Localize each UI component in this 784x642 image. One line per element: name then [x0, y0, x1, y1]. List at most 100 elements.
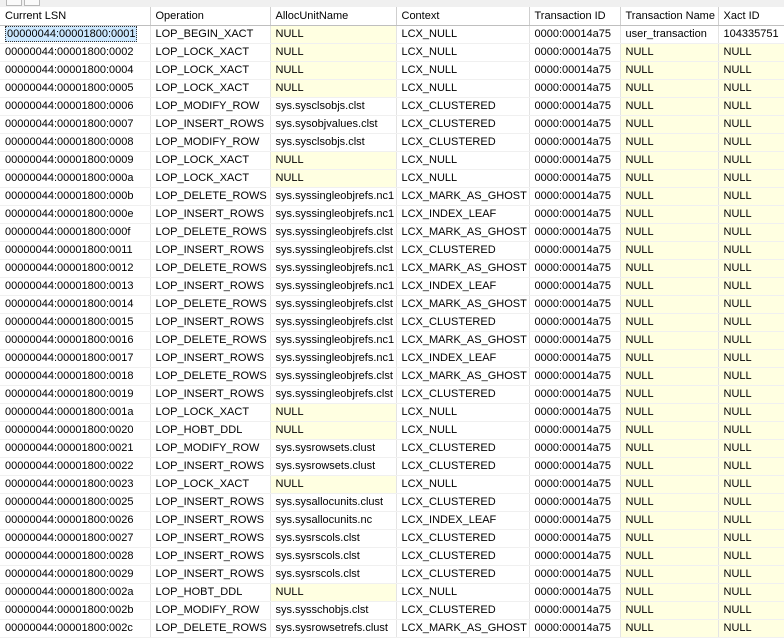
cell-context[interactable]: LCX_MARK_AS_GHOST [396, 223, 530, 242]
cell-transaction-id[interactable]: 0000:00014a75 [529, 475, 621, 494]
cell-current-lsn[interactable]: 00000044:00001800:0011 [0, 241, 151, 260]
cell-context[interactable]: LCX_NULL [396, 475, 530, 494]
cell-context[interactable]: LCX_MARK_AS_GHOST [396, 619, 530, 638]
cell-current-lsn[interactable]: 00000044:00001800:0002 [0, 43, 151, 62]
cell-context[interactable]: LCX_CLUSTERED [396, 133, 530, 152]
cell-operation[interactable]: LOP_LOCK_XACT [150, 403, 271, 422]
cell-xact-id[interactable]: NULL [718, 601, 784, 620]
cell-allocunitname[interactable]: sys.sysobjvalues.clst [270, 115, 397, 134]
cell-allocunitname[interactable]: sys.sysrscols.clst [270, 565, 397, 584]
cell-transaction-name[interactable]: NULL [620, 385, 719, 404]
cell-allocunitname[interactable]: sys.syssingleobjrefs.nc1 [270, 205, 397, 224]
cell-operation[interactable]: LOP_DELETE_ROWS [150, 187, 271, 206]
cell-transaction-id[interactable]: 0000:00014a75 [529, 25, 621, 44]
table-row[interactable]: 00000044:00001800:0016 LOP_DELETE_ROWS sys… [0, 331, 784, 350]
cell-context[interactable]: LCX_INDEX_LEAF [396, 277, 530, 296]
cell-current-lsn[interactable]: 00000044:00001800:000b [0, 187, 151, 206]
table-row[interactable]: 00000044:00001800:0012 LOP_DELETE_ROWS sys… [0, 259, 784, 278]
cell-xact-id[interactable]: NULL [718, 619, 784, 638]
cell-allocunitname[interactable]: sys.syssingleobjrefs.nc1 [270, 259, 397, 278]
table-row[interactable]: 00000044:00001800:0001 LOP_BEGIN_XACT NULL… [0, 25, 784, 44]
cell-operation[interactable]: LOP_LOCK_XACT [150, 169, 271, 188]
cell-allocunitname[interactable]: NULL [270, 25, 397, 44]
cell-transaction-name[interactable]: NULL [620, 133, 719, 152]
table-row[interactable]: 00000044:00001800:0026 LOP_INSERT_ROWS sys… [0, 511, 784, 530]
cell-xact-id[interactable]: NULL [718, 529, 784, 548]
cell-context[interactable]: LCX_CLUSTERED [396, 529, 530, 548]
cell-xact-id[interactable]: NULL [718, 115, 784, 134]
cell-transaction-id[interactable]: 0000:00014a75 [529, 493, 621, 512]
cell-operation[interactable]: LOP_INSERT_ROWS [150, 115, 271, 134]
table-row[interactable]: 00000044:00001800:0009 LOP_LOCK_XACT NULL L… [0, 151, 784, 170]
table-row[interactable]: 00000044:00001800:0021 LOP_MODIFY_ROW sys.… [0, 439, 784, 458]
cell-operation[interactable]: LOP_INSERT_ROWS [150, 385, 271, 404]
cell-allocunitname[interactable]: sys.syssingleobjrefs.clst [270, 223, 397, 242]
table-row[interactable]: 00000044:00001800:0004 LOP_LOCK_XACT NULL L… [0, 61, 784, 80]
cell-transaction-id[interactable]: 0000:00014a75 [529, 187, 621, 206]
cell-context[interactable]: LCX_CLUSTERED [396, 547, 530, 566]
cell-xact-id[interactable]: NULL [718, 349, 784, 368]
cell-xact-id[interactable]: NULL [718, 259, 784, 278]
cell-transaction-name[interactable]: NULL [620, 619, 719, 638]
cell-transaction-id[interactable]: 0000:00014a75 [529, 403, 621, 422]
cell-context[interactable]: LCX_NULL [396, 421, 530, 440]
cell-transaction-name[interactable]: NULL [620, 601, 719, 620]
cell-current-lsn[interactable]: 00000044:00001800:000a [0, 169, 151, 188]
cell-allocunitname[interactable]: sys.sysclsobjs.clst [270, 133, 397, 152]
cell-allocunitname[interactable]: sys.syssingleobjrefs.clst [270, 385, 397, 404]
cell-operation[interactable]: LOP_LOCK_XACT [150, 43, 271, 62]
cell-operation[interactable]: LOP_INSERT_ROWS [150, 349, 271, 368]
cell-current-lsn[interactable]: 00000044:00001800:0022 [0, 457, 151, 476]
cell-context[interactable]: LCX_NULL [396, 151, 530, 170]
cell-allocunitname[interactable]: NULL [270, 421, 397, 440]
cell-transaction-id[interactable]: 0000:00014a75 [529, 223, 621, 242]
cell-operation[interactable]: LOP_INSERT_ROWS [150, 547, 271, 566]
table-row[interactable]: 00000044:00001800:0013 LOP_INSERT_ROWS sys… [0, 277, 784, 296]
cell-transaction-id[interactable]: 0000:00014a75 [529, 43, 621, 62]
cell-allocunitname[interactable]: NULL [270, 583, 397, 602]
cell-current-lsn[interactable]: 00000044:00001800:0023 [0, 475, 151, 494]
cell-transaction-name[interactable]: user_transaction [620, 25, 719, 44]
column-header-transaction-name[interactable]: Transaction Name [620, 7, 719, 26]
cell-context[interactable]: LCX_INDEX_LEAF [396, 511, 530, 530]
cell-xact-id[interactable]: NULL [718, 295, 784, 314]
cell-transaction-name[interactable]: NULL [620, 565, 719, 584]
cell-transaction-name[interactable]: NULL [620, 475, 719, 494]
cell-xact-id[interactable]: NULL [718, 151, 784, 170]
cell-transaction-name[interactable]: NULL [620, 43, 719, 62]
cell-transaction-name[interactable]: NULL [620, 367, 719, 386]
cell-allocunitname[interactable]: sys.sysallocunits.nc [270, 511, 397, 530]
cell-transaction-name[interactable]: NULL [620, 169, 719, 188]
cell-operation[interactable]: LOP_MODIFY_ROW [150, 601, 271, 620]
cell-transaction-id[interactable]: 0000:00014a75 [529, 205, 621, 224]
table-row[interactable]: 00000044:00001800:001a LOP_LOCK_XACT NULL L… [0, 403, 784, 422]
cell-transaction-name[interactable]: NULL [620, 583, 719, 602]
cell-xact-id[interactable]: NULL [718, 583, 784, 602]
cell-xact-id[interactable]: NULL [718, 223, 784, 242]
cell-xact-id[interactable]: NULL [718, 43, 784, 62]
cell-allocunitname[interactable]: sys.syssingleobjrefs.nc1 [270, 349, 397, 368]
table-row[interactable]: 00000044:00001800:0019 LOP_INSERT_ROWS sys… [0, 385, 784, 404]
cell-operation[interactable]: LOP_INSERT_ROWS [150, 313, 271, 332]
cell-current-lsn[interactable]: 00000044:00001800:0018 [0, 367, 151, 386]
cell-xact-id[interactable]: NULL [718, 439, 784, 458]
table-row[interactable]: 00000044:00001800:0023 LOP_LOCK_XACT NULL L… [0, 475, 784, 494]
table-row[interactable]: 00000044:00001800:0014 LOP_DELETE_ROWS sys… [0, 295, 784, 314]
cell-context[interactable]: LCX_CLUSTERED [396, 457, 530, 476]
cell-allocunitname[interactable]: NULL [270, 403, 397, 422]
table-row[interactable]: 00000044:00001800:000e LOP_INSERT_ROWS sys… [0, 205, 784, 224]
table-row[interactable]: 00000044:00001800:000f LOP_DELETE_ROWS sys… [0, 223, 784, 242]
results-grid[interactable]: Current LSN Operation AllocUnitName Cont… [0, 7, 784, 642]
cell-operation[interactable]: LOP_INSERT_ROWS [150, 511, 271, 530]
table-row[interactable]: 00000044:00001800:0011 LOP_INSERT_ROWS sys… [0, 241, 784, 260]
cell-transaction-name[interactable]: NULL [620, 223, 719, 242]
table-row[interactable]: 00000044:00001800:0006 LOP_MODIFY_ROW sys.… [0, 97, 784, 116]
table-row[interactable]: 00000044:00001800:0027 LOP_INSERT_ROWS sys… [0, 529, 784, 548]
cell-transaction-id[interactable]: 0000:00014a75 [529, 439, 621, 458]
cell-context[interactable]: LCX_INDEX_LEAF [396, 349, 530, 368]
cell-context[interactable]: LCX_NULL [396, 79, 530, 98]
cell-transaction-id[interactable]: 0000:00014a75 [529, 97, 621, 116]
cell-context[interactable]: LCX_CLUSTERED [396, 241, 530, 260]
cell-context[interactable]: LCX_NULL [396, 61, 530, 80]
cell-transaction-name[interactable]: NULL [620, 61, 719, 80]
